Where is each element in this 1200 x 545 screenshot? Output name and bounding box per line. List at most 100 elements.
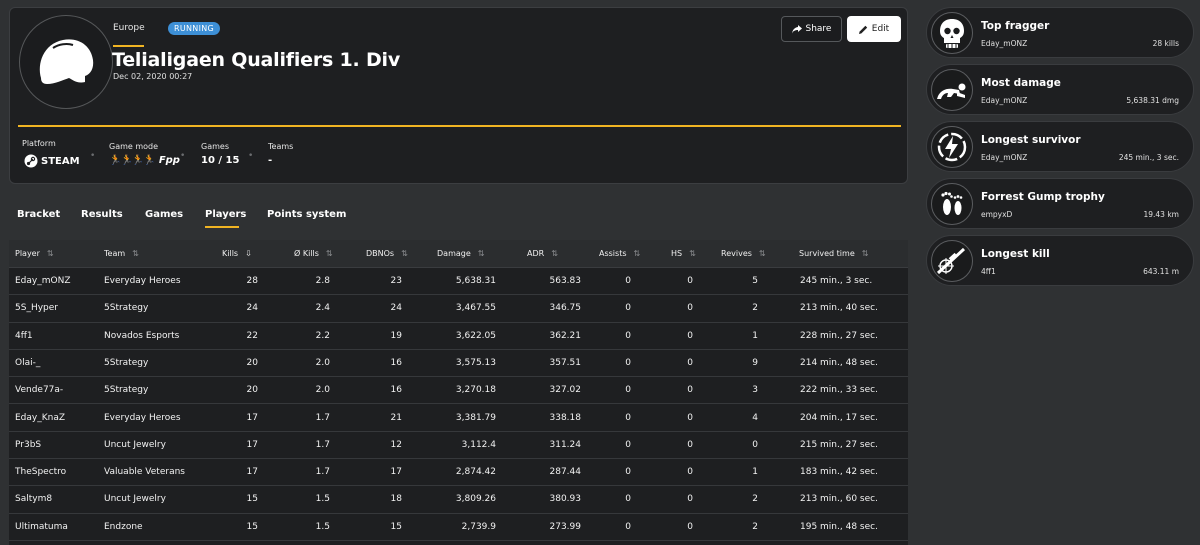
cell-avg-kills: 1.7 [315,439,330,450]
table-row[interactable]: 5S_Hyper 5Strategy 24 2.4 24 3,467.55 346.75 0 0… [9,295,908,323]
table-row[interactable]: 4ff1 Novados Esports 22 2.2 19 3,622.05 362.21… [9,323,908,350]
award-player: Eday_mONZ [981,39,1028,48]
cell-player[interactable]: Saltym8 [15,494,52,504]
cell-damage: 3,112.4 [461,439,496,450]
cell-revives: 4 [752,412,758,423]
game-mode-value-text: Fpp [158,155,180,166]
cell-dbnos: 16 [390,385,402,396]
table-row[interactable]: Saltym8 Uncut Jewelry 15 1.5 18 3,809.26 380.9… [9,486,908,514]
column-header-damage[interactable]: Damage ⇅ [437,249,484,258]
award-longest-survivor[interactable]: Longest survivor Eday_mONZ 245 min., 3 s… [926,121,1194,172]
table-row[interactable]: Olai-_ 5Strategy 20 2.0 16 3,575.13 357.51 0 0 9 2… [9,350,908,378]
cell-player[interactable]: 4ff1 [15,331,33,341]
share-icon [791,24,802,33]
cell-avg-kills: 1.7 [315,467,330,478]
cell-dbnos: 19 [390,330,402,341]
cell-player[interactable]: Pr3bS [15,440,41,450]
cell-player[interactable]: Eday_mONZ [15,276,71,286]
table-row[interactable]: Vende77a- 5Strategy 20 2.0 16 3,270.18 327.02 0… [9,377,908,405]
cell-assists: 0 [625,467,631,478]
cell-player[interactable]: TheSpectro [15,467,66,477]
cell-player[interactable]: Vende77a- [15,385,63,395]
cell-avg-kills: 2.0 [315,357,330,368]
cell-survived-time: 222 min., 33 sec. [800,385,878,396]
award-longest-kill[interactable]: Longest kill 4ff1 643.11 m [926,235,1194,286]
table-row[interactable]: TheSpectro Valuable Veterans 17 1.7 17 2,874.… [9,459,908,487]
award-value: 245 min., 3 sec. [1118,153,1179,162]
cell-dbnos: 23 [390,276,402,286]
column-header-team[interactable]: Team ⇅ [104,249,139,258]
sniper-rifle-icon [931,240,973,282]
tournament-logo [19,15,113,109]
sort-icon: ⇅ [689,249,696,258]
cell-team: 5Strategy [104,303,149,314]
table-row[interactable]: Ultimatuma Endzone 15 1.5 15 2,739.9 273.99 0 0 2… [9,514,908,541]
cell-hs: 0 [687,412,693,423]
table-row[interactable]: Pr3bS Uncut Jewelry 17 1.7 12 3,112.4 311.24 0 0… [9,432,908,460]
sort-desc-icon: ⇩ [245,249,252,258]
cell-team: Uncut Jewelry [104,494,166,505]
column-header-avg-kills[interactable]: Ø Kills ⇅ [294,249,333,258]
column-header-survived-time[interactable]: Survived time ⇅ [799,249,868,258]
cell-damage: 3,622.05 [455,330,496,341]
cell-damage: 3,467.55 [455,303,496,314]
cell-dbnos: 15 [390,521,402,532]
sort-icon: ⇅ [861,249,869,258]
cell-team: Everyday Heroes [104,412,181,423]
share-button[interactable]: Share [781,16,842,42]
column-header-label: DBNOs [366,249,395,258]
cell-player[interactable]: Ultimatuma [15,522,68,532]
cell-team: Everyday Heroes [104,276,181,286]
award-title: Longest survivor [981,134,1081,146]
cell-hs: 0 [687,276,693,286]
award-title: Top fragger [981,20,1050,32]
cell-player[interactable]: Eday_KnaZ [15,413,65,423]
award-forrest-gump-trophy[interactable]: Forrest Gump trophy empyxD 19.43 km [926,178,1194,229]
column-header-revives[interactable]: Revives ⇅ [721,249,766,258]
cell-revives: 5 [752,276,758,286]
cell-damage: 5,638.31 [455,276,496,286]
cell-hs: 0 [687,439,693,450]
column-header-label: Assists [599,249,627,258]
cell-player[interactable]: Olai-_ [15,358,40,368]
tab-players[interactable]: Players [205,209,246,220]
cell-survived-time: 195 min., 48 sec. [800,521,878,532]
award-value: 5,638.31 dmg [1126,96,1179,105]
cell-hs: 0 [687,467,693,478]
award-top-fragger[interactable]: Top fragger Eday_mONZ 28 kills [926,7,1194,58]
tab-games[interactable]: Games [145,209,183,220]
column-header-assists[interactable]: Assists ⇅ [599,249,640,258]
sort-icon: ⇅ [401,249,408,258]
cell-assists: 0 [625,276,631,286]
tab-results[interactable]: Results [81,209,123,220]
cell-adr: 357.51 [549,357,582,368]
column-header-adr[interactable]: ADR ⇅ [527,249,558,258]
cell-player[interactable]: 5S_Hyper [15,303,58,313]
column-header-dbnos[interactable]: DBNOs ⇅ [366,249,408,258]
column-header-player[interactable]: Player ⇅ [15,249,54,258]
sort-icon: ⇅ [551,249,558,258]
cell-assists: 0 [625,494,631,505]
award-most-damage[interactable]: Most damage Eday_mONZ 5,638.31 dmg [926,64,1194,115]
cell-hs: 0 [687,494,693,505]
cell-survived-time: 214 min., 48 sec. [800,357,878,368]
tab-bracket[interactable]: Bracket [17,209,60,220]
games-label: Games [201,142,229,151]
cell-team: Endzone [104,521,143,532]
meta-separator: • [180,151,186,161]
award-player: Eday_mONZ [981,96,1028,105]
tab-points-system[interactable]: Points system [267,209,346,220]
table-row[interactable]: Eday_mONZ Everyday Heroes 28 2.8 23 5,638.31 5… [9,268,908,296]
cell-revives: 3 [752,385,758,396]
table-header: Player ⇅ Team ⇅ Kills ⇩ Ø Kills ⇅ DBNOs ⇅ Dam… [9,240,908,268]
share-label: Share [805,24,832,34]
award-player: Eday_mONZ [981,153,1028,162]
active-tab-indicator [205,226,239,228]
cell-kills: 17 [246,439,258,450]
edit-button[interactable]: Edit [847,16,901,42]
column-header-label: Kills [222,249,239,258]
table-row[interactable]: Eday_KnaZ Everyday Heroes 17 1.7 21 3,381.79 3… [9,405,908,432]
column-header-kills[interactable]: Kills ⇩ [222,249,252,258]
column-header-hs[interactable]: HS ⇅ [671,249,696,258]
cell-team: Novados Esports [104,330,180,341]
